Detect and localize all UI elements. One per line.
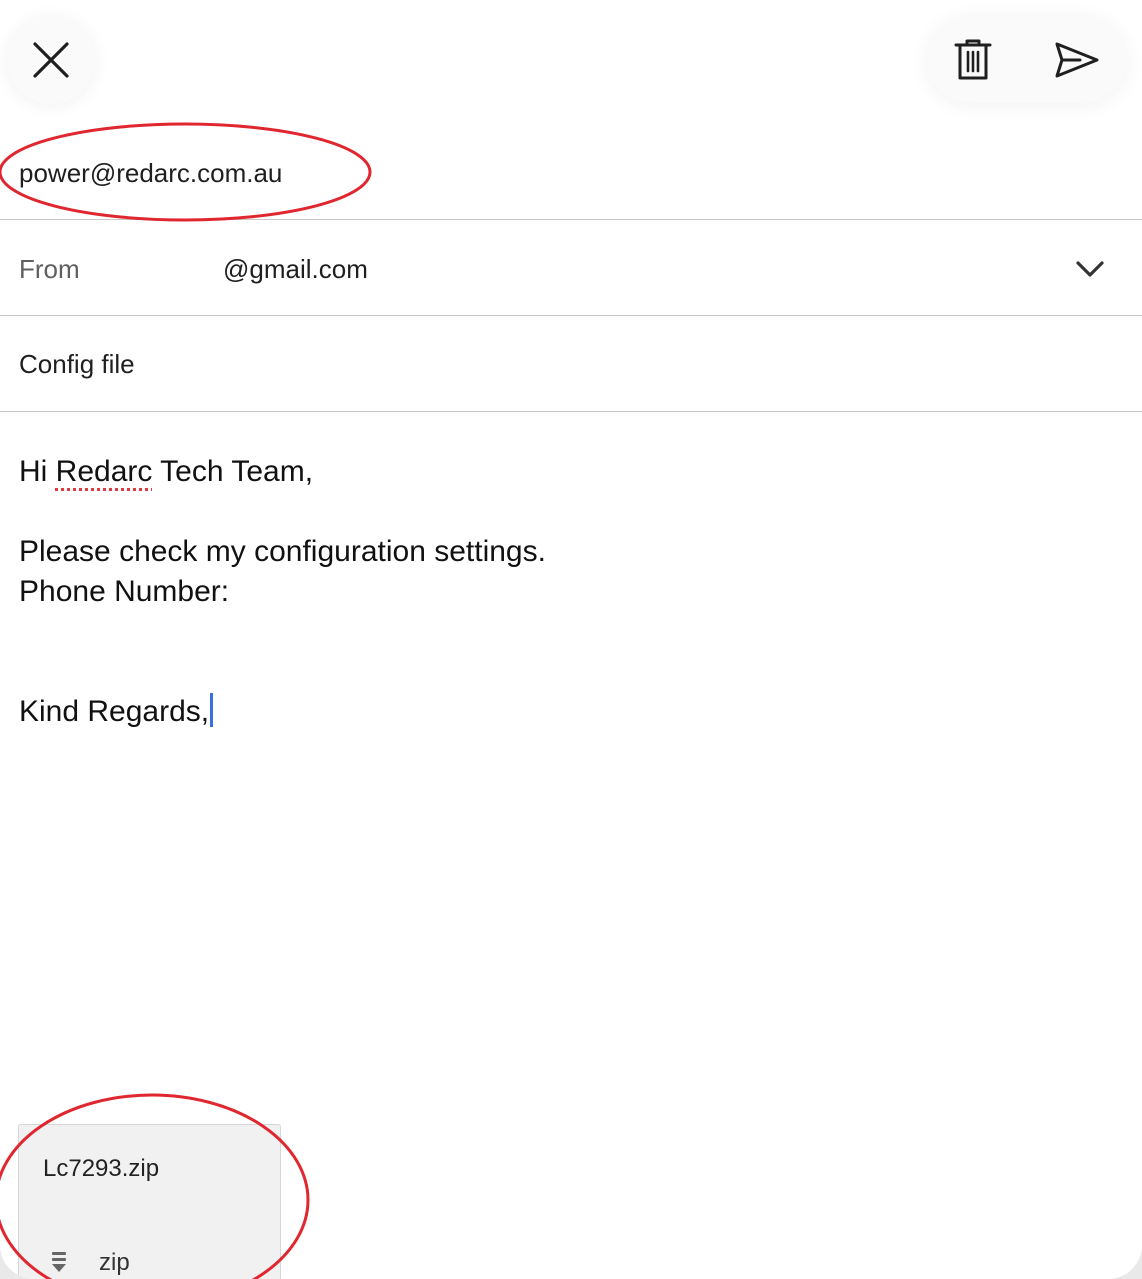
- from-address[interactable]: @gmail.com: [223, 254, 368, 285]
- misspelled-word[interactable]: Redarc: [56, 455, 153, 488]
- body-greeting: Hi Redarc Tech Team,: [19, 452, 1119, 492]
- close-icon: [33, 42, 69, 78]
- compose-sheet: power@redarc.com.au From @gmail.com Conf…: [0, 0, 1142, 1279]
- body-closing-line: Kind Regards,: [19, 692, 1119, 732]
- close-button[interactable]: [7, 16, 95, 104]
- greeting-prefix: Hi: [19, 455, 56, 488]
- message-body[interactable]: Hi Redarc Tech Team, Please check my con…: [19, 452, 1119, 732]
- send-icon: [1055, 42, 1099, 78]
- body-blank-line: [19, 612, 1119, 652]
- to-recipient[interactable]: power@redarc.com.au: [19, 158, 282, 189]
- body-line-check: Please check my configuration settings.: [19, 535, 546, 568]
- text-caret: [210, 693, 214, 727]
- attachment-card[interactable]: Lc7293.zip zip: [18, 1124, 281, 1279]
- delete-button[interactable]: [928, 17, 1018, 103]
- chevron-down-icon[interactable]: [1072, 254, 1108, 284]
- archive-icon: [52, 1252, 66, 1272]
- body-blank-line: [19, 652, 1119, 692]
- body-blank-line: [19, 492, 1119, 532]
- compose-toolbar: [0, 0, 1142, 130]
- attachment-type: zip: [99, 1249, 130, 1276]
- from-label: From: [19, 254, 80, 284]
- to-field[interactable]: power@redarc.com.au: [0, 125, 1142, 220]
- subject-input[interactable]: Config file: [19, 349, 135, 380]
- attachment-name: Lc7293.zip: [43, 1155, 160, 1182]
- action-group: [928, 17, 1126, 103]
- body-closing: Kind Regards,: [19, 695, 210, 728]
- from-field[interactable]: From @gmail.com: [0, 221, 1142, 316]
- greeting-suffix: Tech Team,: [152, 455, 314, 488]
- trash-icon: [954, 39, 992, 80]
- body-line-phone: Phone Number:: [19, 575, 230, 608]
- send-button[interactable]: [1032, 17, 1122, 103]
- subject-field[interactable]: Config file: [0, 317, 1142, 412]
